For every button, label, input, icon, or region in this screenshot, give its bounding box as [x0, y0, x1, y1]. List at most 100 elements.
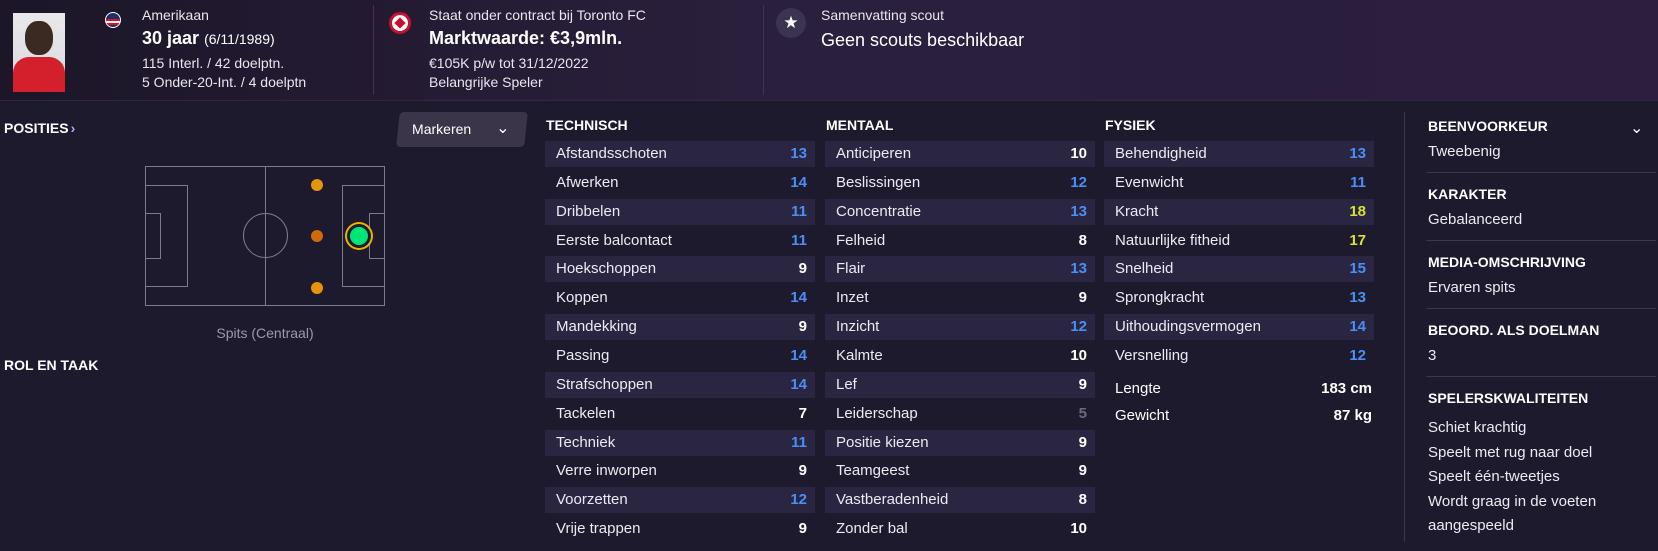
- attribute-row[interactable]: Versnelling 12: [1104, 343, 1374, 369]
- traits-title: SPELERSKWALITEITEN: [1428, 390, 1589, 406]
- attribute-row[interactable]: Uithoudingsvermogen 14: [1104, 314, 1374, 340]
- trait-item[interactable]: Schiet krachtig: [1428, 419, 1526, 436]
- pitch-goal-area-right: [369, 213, 384, 259]
- attribute-name: Anticiperen: [836, 145, 912, 162]
- attribute-row[interactable]: Inzet 9: [825, 285, 1095, 311]
- attribute-row[interactable]: Sprongkracht 13: [1104, 285, 1374, 311]
- attribute-name: Teamgeest: [836, 462, 910, 479]
- attribute-value: 10: [1070, 145, 1087, 162]
- scout-value: Geen scouts beschikbaar: [821, 30, 1025, 50]
- attribute-value: 12: [1070, 174, 1087, 191]
- attribute-row[interactable]: Zonder bal 10: [825, 516, 1095, 542]
- attribute-row[interactable]: Inzicht 12: [825, 314, 1095, 340]
- attribute-name: Techniek: [556, 434, 616, 451]
- attribute-row[interactable]: Behendigheid 13: [1104, 141, 1374, 167]
- mental-title: MENTAAL: [826, 117, 894, 133]
- attribute-row[interactable]: Voorzetten 12: [545, 487, 815, 513]
- attribute-name: Flair: [836, 260, 866, 277]
- position-dot[interactable]: [311, 282, 323, 294]
- trait-item[interactable]: Wordt graag in de voeten: [1428, 493, 1596, 510]
- attribute-row[interactable]: Snelheid 15: [1104, 256, 1374, 282]
- attribute-name: Lef: [836, 376, 857, 393]
- right-panel-divider: [1404, 112, 1405, 542]
- attribute-row[interactable]: Afstandsschoten 13: [545, 141, 815, 167]
- caps-senior: 115 Interl. / 42 doelptn.: [142, 55, 285, 71]
- attribute-value: 17: [1349, 232, 1366, 249]
- club-crest-icon[interactable]: [389, 12, 411, 34]
- attribute-value: 14: [1349, 318, 1366, 335]
- attribute-value: 13: [1349, 145, 1366, 162]
- us-flag-icon[interactable]: [105, 12, 121, 28]
- attribute-row[interactable]: Concentratie 13: [825, 199, 1095, 225]
- separator: [1426, 240, 1656, 241]
- attribute-value: 9: [798, 318, 807, 335]
- height-label: Lengte: [1115, 380, 1161, 397]
- character-title: KARAKTER: [1428, 186, 1507, 202]
- position-dot[interactable]: [311, 179, 323, 191]
- attribute-value: 11: [791, 434, 807, 451]
- attribute-name: Passing: [556, 347, 610, 364]
- attribute-row[interactable]: Lef 9: [825, 372, 1095, 398]
- role-title: ROL EN TAAK: [4, 357, 99, 373]
- markeren-dropdown[interactable]: Markeren ⌄: [396, 112, 528, 147]
- attribute-name: Uithoudingsvermogen: [1115, 318, 1261, 335]
- positions-title[interactable]: POSITIES ›: [4, 120, 75, 136]
- position-dot[interactable]: [311, 230, 323, 242]
- positions-title-label: POSITIES: [4, 120, 69, 136]
- contract-label[interactable]: Staat onder contract bij Toronto FC: [429, 7, 646, 23]
- attribute-row[interactable]: Koppen 14: [545, 285, 815, 311]
- attribute-row[interactable]: Strafschoppen 14: [545, 372, 815, 398]
- attribute-row[interactable]: Passing 14: [545, 343, 815, 369]
- attribute-name: Zonder bal: [836, 520, 908, 537]
- attribute-row[interactable]: Hoekschoppen 9: [545, 256, 815, 282]
- attribute-name: Tackelen: [556, 405, 616, 422]
- attribute-value: 13: [1349, 289, 1366, 306]
- attribute-row[interactable]: Positie kiezen 9: [825, 430, 1095, 456]
- foot-value: Tweebenig: [1428, 143, 1501, 160]
- attribute-name: Verre inworpen: [556, 462, 657, 479]
- attribute-name: Kracht: [1115, 203, 1159, 220]
- attribute-name: Afwerken: [556, 174, 619, 191]
- attribute-row[interactable]: Kalmte 10: [825, 343, 1095, 369]
- attribute-row[interactable]: Mandekking 9: [545, 314, 815, 340]
- trait-item[interactable]: Speelt met rug naar doel: [1428, 444, 1592, 461]
- attribute-row[interactable]: Evenwicht 11: [1104, 170, 1374, 196]
- nationality: Amerikaan: [142, 7, 209, 23]
- pitch-center-circle: [243, 213, 288, 258]
- attribute-row[interactable]: Afwerken 14: [545, 170, 815, 196]
- separator: [1426, 308, 1656, 309]
- attribute-value: 12: [790, 491, 807, 508]
- attribute-row[interactable]: Eerste balcontact 11: [545, 228, 815, 254]
- attribute-name: Leiderschap: [836, 405, 918, 422]
- attribute-value: 12: [1070, 318, 1087, 335]
- attribute-row[interactable]: Teamgeest 9: [825, 458, 1095, 484]
- markeren-label: Markeren: [412, 121, 472, 137]
- attribute-value: 14: [790, 289, 807, 306]
- chevron-down-icon[interactable]: ⌄: [1630, 118, 1643, 138]
- attribute-row[interactable]: Kracht 18: [1104, 199, 1374, 225]
- position-pitch: [145, 166, 385, 306]
- attribute-value: 9: [798, 260, 807, 277]
- attribute-row[interactable]: Anticiperen 10: [825, 141, 1095, 167]
- header-divider: [373, 5, 374, 95]
- attribute-row[interactable]: Leiderschap 5: [825, 401, 1095, 427]
- attribute-name: Sprongkracht: [1115, 289, 1205, 306]
- attribute-row[interactable]: Dribbelen 11: [545, 199, 815, 225]
- star-icon[interactable]: ★: [776, 8, 806, 38]
- attribute-row[interactable]: Beslissingen 12: [825, 170, 1095, 196]
- attribute-row[interactable]: Tackelen 7: [545, 401, 815, 427]
- position-dot-main[interactable]: [347, 224, 371, 248]
- trait-item[interactable]: aangespeeld: [1428, 517, 1514, 534]
- attribute-row[interactable]: Natuurlijke fitheid 17: [1104, 228, 1374, 254]
- attribute-row[interactable]: Vrije trappen 9: [545, 516, 815, 542]
- attribute-value: 11: [791, 203, 807, 220]
- attribute-name: Felheid: [836, 232, 886, 249]
- attribute-value: 12: [1349, 347, 1366, 364]
- height-value: 183 cm: [1321, 380, 1372, 397]
- attribute-row[interactable]: Flair 13: [825, 256, 1095, 282]
- attribute-row[interactable]: Vastberadenheid 8: [825, 487, 1095, 513]
- attribute-row[interactable]: Techniek 11: [545, 430, 815, 456]
- trait-item[interactable]: Speelt één-tweetjes: [1428, 468, 1560, 485]
- attribute-row[interactable]: Verre inworpen 9: [545, 458, 815, 484]
- attribute-row[interactable]: Felheid 8: [825, 228, 1095, 254]
